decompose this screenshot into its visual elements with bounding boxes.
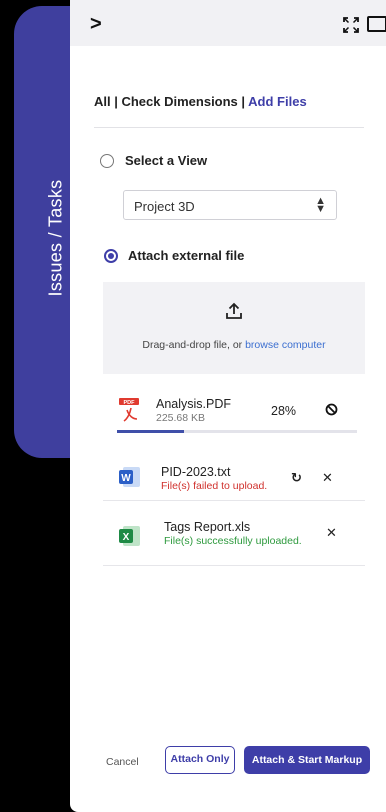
file-name: Tags Report.xls	[164, 520, 251, 534]
attach-file-radio[interactable]	[104, 249, 118, 263]
updown-arrow-icon: ▲ ▼	[315, 195, 326, 215]
side-tab-label: Issues / Tasks	[45, 179, 66, 297]
breadcrumb-path[interactable]: All | Check Dimensions |	[94, 94, 248, 109]
view-select[interactable]: Project 3D ▲ ▼	[123, 190, 337, 220]
word-icon: W	[119, 467, 140, 487]
view-select-value: Project 3D	[134, 199, 195, 214]
cancel-button[interactable]: Cancel	[106, 756, 139, 768]
divider	[103, 500, 365, 501]
word-icon-letter: W	[121, 473, 131, 484]
file-success-message: File(s) successfully uploaded.	[164, 535, 302, 547]
attach-file-label[interactable]: Attach external file	[128, 248, 244, 263]
file-name: PID-2023.txt	[161, 465, 231, 479]
upload-progress-label: 28%	[271, 404, 297, 418]
upload-progress-bar	[117, 430, 357, 433]
select-view-label[interactable]: Select a View	[125, 153, 207, 168]
file-size: 225.68 KB	[156, 412, 206, 424]
retry-icon[interactable]: ↻	[291, 470, 302, 486]
upload-icon	[226, 302, 242, 319]
breadcrumb-current: Add Files	[248, 94, 307, 109]
window-icon[interactable]	[367, 16, 386, 32]
pdf-icon: PDF	[119, 398, 139, 422]
dropzone[interactable]: Drag-and-drop file, or browse computer	[103, 282, 365, 374]
file-error-message: File(s) failed to upload.	[161, 480, 268, 492]
chevron-right-icon[interactable]: >	[90, 14, 102, 34]
dropzone-text: Drag-and-drop file, or browse computer	[103, 339, 365, 351]
close-icon[interactable]: ✕	[326, 525, 337, 541]
upload-progress-fill	[117, 430, 185, 433]
expand-icon[interactable]	[343, 17, 359, 33]
browse-computer-link[interactable]: browse computer	[245, 339, 326, 351]
breadcrumb: All | Check Dimensions | Add Files	[94, 94, 307, 109]
panel-header: >	[70, 0, 386, 46]
svg-text:PDF: PDF	[124, 400, 136, 406]
excel-icon-letter: X	[123, 532, 130, 543]
cancel-circle-icon[interactable]	[325, 403, 338, 416]
attach-start-markup-button[interactable]: Attach & Start Markup	[244, 746, 370, 774]
add-files-panel: > All | Check Dimensions | Add Files Sel…	[70, 0, 386, 812]
close-icon[interactable]: ✕	[322, 470, 333, 486]
attach-only-button[interactable]: Attach Only	[165, 746, 235, 774]
dropzone-instructions: Drag-and-drop file, or	[142, 339, 246, 351]
divider	[103, 565, 365, 566]
file-name: Analysis.PDF	[156, 397, 232, 411]
select-view-radio[interactable]	[100, 154, 114, 168]
excel-icon: X	[119, 526, 140, 546]
divider	[94, 127, 364, 128]
